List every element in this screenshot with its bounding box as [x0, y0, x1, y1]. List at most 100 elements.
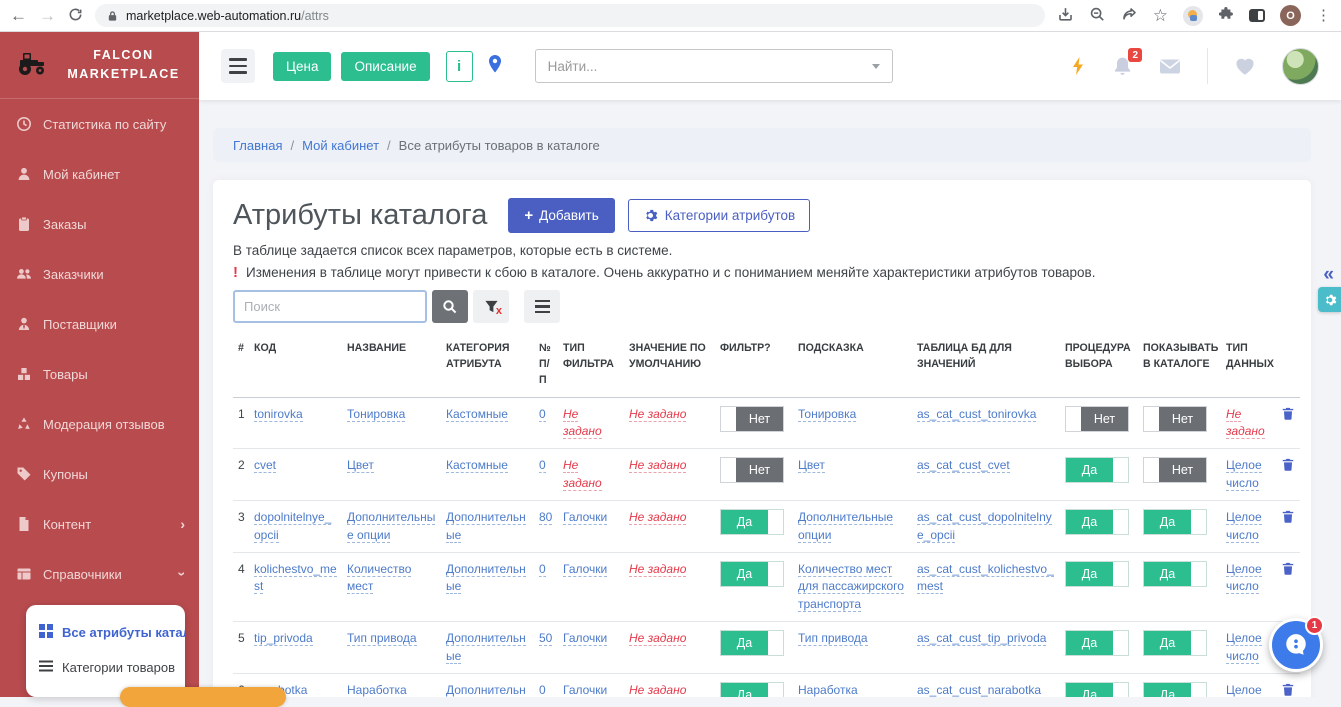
attr-data-type-link[interactable]: Целое число [1226, 631, 1262, 663]
sidebar-item-content[interactable]: Контент › [0, 499, 199, 549]
attr-default-value-link[interactable]: Не задано [629, 631, 686, 646]
description-button[interactable]: Описание [341, 52, 429, 81]
share-icon[interactable] [1121, 6, 1138, 26]
sidebar-item-orders[interactable]: Заказы [0, 199, 199, 249]
download-icon[interactable] [1057, 6, 1074, 26]
sidebar-item-directories[interactable]: Справочники › [0, 549, 199, 599]
extension-avatar-icon[interactable] [1183, 6, 1203, 26]
attr-hint-link[interactable]: Наработка бетонотехники [798, 683, 879, 697]
delete-attribute-button[interactable] [1281, 682, 1295, 697]
settings-edge-button[interactable] [1318, 287, 1341, 312]
table-menu-button[interactable] [524, 290, 560, 323]
delete-attribute-button[interactable] [1281, 561, 1295, 579]
attr-code-link[interactable]: dopolnitelnye_opcii [254, 510, 331, 542]
add-attribute-button[interactable]: +Добавить [508, 198, 614, 233]
show-in-catalog-toggle[interactable]: Да [1143, 561, 1207, 587]
lightning-icon[interactable] [1070, 56, 1086, 76]
attr-db-table-link[interactable]: as_cat_cust_dopolnitelnye_opcii [917, 510, 1052, 542]
submenu-item-product-categories[interactable]: Категории товаров [26, 650, 185, 685]
attr-code-link[interactable]: tonirovka [254, 407, 303, 422]
select-procedure-toggle[interactable]: Да [1065, 630, 1129, 656]
user-avatar[interactable] [1282, 48, 1319, 85]
select-procedure-toggle[interactable]: Да [1065, 561, 1129, 587]
attr-category-link[interactable]: Дополнительные [446, 562, 526, 594]
bottom-notification-widget[interactable] [120, 687, 286, 707]
attr-default-value-link[interactable]: Не задано [629, 562, 686, 577]
attr-name-link[interactable]: Тип привода [347, 631, 417, 646]
hamburger-menu-icon[interactable] [221, 49, 255, 83]
delete-attribute-button[interactable] [1281, 406, 1295, 424]
browser-back-icon[interactable]: ← [10, 7, 27, 24]
attr-filter-type-link[interactable]: Не задано [563, 458, 602, 490]
attr-db-table-link[interactable]: as_cat_cust_tip_privoda [917, 631, 1046, 646]
show-in-catalog-toggle[interactable]: Да [1143, 509, 1207, 535]
sidebar-item-review-moderation[interactable]: Модерация отзывов [0, 399, 199, 449]
filter-toggle[interactable]: Нет [720, 457, 784, 483]
url-bar[interactable]: marketplace.web-automation.ru/attrs [95, 4, 1045, 27]
favorites-heart-icon[interactable] [1234, 56, 1256, 76]
attr-category-link[interactable]: Кастомные [446, 458, 508, 473]
side-panel-icon[interactable] [1249, 9, 1265, 22]
attr-order-link[interactable]: 0 [539, 458, 546, 473]
browser-menu-icon[interactable]: ⋮ [1316, 8, 1331, 23]
browser-profile-avatar[interactable]: O [1280, 5, 1301, 26]
attr-filter-type-link[interactable]: Галочки [563, 631, 607, 646]
attr-order-link[interactable]: 0 [539, 562, 546, 577]
breadcrumb-home-link[interactable]: Главная [233, 138, 282, 153]
attr-filter-type-link[interactable]: Галочки [563, 562, 607, 577]
attr-name-link[interactable]: Количество мест [347, 562, 411, 594]
attr-name-link[interactable]: Дополнительные опции [347, 510, 435, 542]
submenu-item-all-attributes[interactable]: Все атрибуты катало [26, 615, 185, 650]
filter-toggle[interactable]: Да [720, 630, 784, 656]
browser-reload-icon[interactable] [68, 7, 83, 25]
attr-category-link[interactable]: Дополнительные [446, 510, 526, 542]
zoom-icon[interactable] [1089, 6, 1106, 26]
attr-hint-link[interactable]: Тонировка [798, 407, 856, 422]
attr-default-value-link[interactable]: Не задано [629, 510, 686, 525]
attr-order-link[interactable]: 50 [539, 631, 552, 646]
attr-db-table-link[interactable]: as_cat_cust_kolichestvo_mest [917, 562, 1054, 594]
attr-name-link[interactable]: Цвет [347, 458, 374, 473]
show-in-catalog-toggle[interactable]: Да [1143, 682, 1207, 697]
delete-attribute-button[interactable] [1281, 509, 1295, 527]
attr-db-table-link[interactable]: as_cat_cust_narabotka [917, 683, 1041, 697]
global-search-select[interactable]: Найти... [535, 49, 893, 83]
extensions-puzzle-icon[interactable] [1218, 6, 1234, 25]
bookmark-star-icon[interactable]: ☆ [1153, 7, 1168, 24]
filter-toggle[interactable]: Да [720, 682, 784, 697]
select-procedure-toggle[interactable]: Да [1065, 509, 1129, 535]
sidebar-item-coupons[interactable]: Купоны [0, 449, 199, 499]
breadcrumb-cabinet-link[interactable]: Мой кабинет [302, 138, 379, 153]
attr-db-table-link[interactable]: as_cat_cust_tonirovka [917, 407, 1036, 422]
attr-hint-link[interactable]: Дополнительные опции [798, 510, 893, 542]
logo[interactable]: FALCON MARKETPLACE [0, 32, 199, 99]
attr-order-link[interactable]: 0 [539, 407, 546, 422]
attr-order-link[interactable]: 80 [539, 510, 552, 525]
sidebar-item-suppliers[interactable]: Поставщики [0, 299, 199, 349]
attr-default-value-link[interactable]: Не задано [629, 683, 686, 697]
table-search-input[interactable] [233, 290, 427, 323]
collapse-panel-icon[interactable]: « [1323, 264, 1334, 286]
attr-default-value-link[interactable]: Не задано [629, 458, 686, 473]
select-procedure-toggle[interactable]: Нет [1065, 406, 1129, 432]
attr-filter-type-link[interactable]: Галочки [563, 683, 607, 697]
browser-forward-icon[interactable]: → [39, 7, 56, 24]
show-in-catalog-toggle[interactable]: Да [1143, 630, 1207, 656]
attr-code-link[interactable]: cvet [254, 458, 276, 473]
attr-category-link[interactable]: Дополнительные [446, 683, 526, 697]
attr-order-link[interactable]: 0 [539, 683, 546, 697]
attr-filter-type-link[interactable]: Не задано [563, 407, 602, 439]
show-in-catalog-toggle[interactable]: Нет [1143, 406, 1207, 432]
attr-default-value-link[interactable]: Не задано [629, 407, 686, 422]
attr-hint-link[interactable]: Тип привода [798, 631, 868, 646]
attr-code-link[interactable]: tip_privoda [254, 631, 313, 646]
attr-name-link[interactable]: Тонировка [347, 407, 405, 422]
attr-name-link[interactable]: Наработка [347, 683, 407, 697]
select-procedure-toggle[interactable]: Да [1065, 457, 1129, 483]
attr-hint-link[interactable]: Цвет [798, 458, 825, 473]
filter-toggle[interactable]: Да [720, 509, 784, 535]
attr-data-type-link[interactable]: Целое число [1226, 683, 1262, 697]
messages-envelope-icon[interactable] [1159, 58, 1181, 75]
filter-toggle[interactable]: Да [720, 561, 784, 587]
info-button[interactable]: i [446, 51, 473, 82]
